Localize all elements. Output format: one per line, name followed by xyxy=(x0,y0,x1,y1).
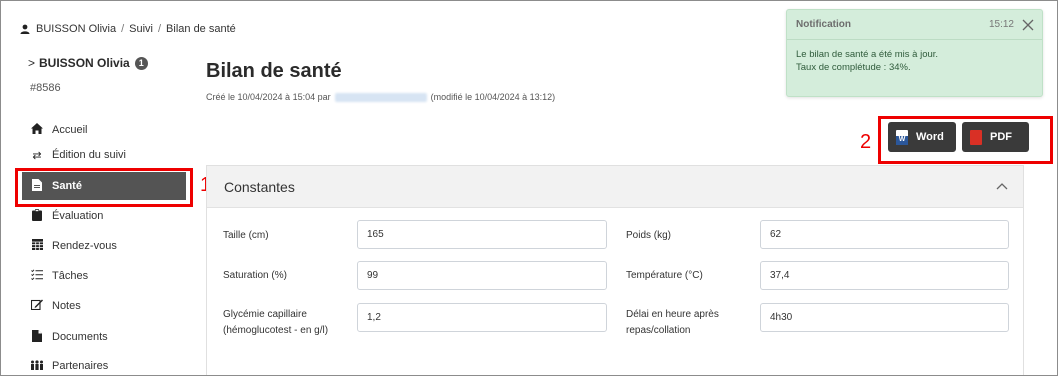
user-name: BUISSON Olivia xyxy=(39,56,130,70)
sidebar-item-label: Accueil xyxy=(52,124,88,136)
user-id: #8586 xyxy=(30,82,61,94)
redacted-author xyxy=(334,92,427,102)
word-icon: W xyxy=(896,129,908,145)
notification-badge: 1 xyxy=(134,56,148,70)
notification-title: Notification xyxy=(796,19,851,30)
sidebar-item-accueil[interactable]: Accueil xyxy=(22,116,186,144)
notification-header: Notification 15:12 xyxy=(787,10,1042,40)
field-label-saturation: Saturation (%) xyxy=(223,270,287,281)
sidebar-item-edition[interactable]: ⇄ Édition du suivi xyxy=(22,141,186,169)
card-header[interactable]: Constantes xyxy=(207,166,1023,208)
sidebar-item-label: Santé xyxy=(52,180,82,192)
delai-input[interactable]: 4h30 xyxy=(760,303,1009,332)
export-pdf-button[interactable]: PDF xyxy=(962,122,1029,152)
close-icon[interactable] xyxy=(1022,19,1034,31)
meta-modified: (modifié le 10/04/2024 à 13:12) xyxy=(430,92,556,102)
sidebar-item-label: Rendez-vous xyxy=(52,240,117,252)
chevron-right-icon: > xyxy=(28,56,36,70)
sidebar-item-label: Notes xyxy=(52,300,81,312)
sidebar-item-label: Tâches xyxy=(52,270,89,282)
sidebar-item-documents[interactable]: Documents xyxy=(22,323,186,351)
notification-toast: Notification 15:12 Le bilan de santé a é… xyxy=(786,9,1043,97)
breadcrumb-item-suivi[interactable]: Suivi xyxy=(129,23,153,35)
field-label-taille: Taille (cm) xyxy=(223,230,269,241)
home-icon xyxy=(30,123,44,137)
sidebar-item-label: Documents xyxy=(52,331,108,343)
export-word-label: Word xyxy=(916,131,944,143)
saturation-input[interactable]: 99 xyxy=(357,261,607,290)
notification-time: 15:12 xyxy=(988,19,1014,30)
sidebar-item-label: Évaluation xyxy=(52,210,104,222)
export-word-button[interactable]: W Word xyxy=(888,122,956,152)
document-icon xyxy=(30,329,44,345)
breadcrumb-separator: / xyxy=(121,23,125,35)
sidebar-item-sante[interactable]: Santé xyxy=(22,172,186,200)
swap-arrows-icon: ⇄ xyxy=(32,149,42,162)
temperature-input[interactable]: 37,4 xyxy=(760,261,1009,290)
notification-completion: Taux de complétude : 34%. xyxy=(796,62,911,73)
field-label-temperature: Température (°C) xyxy=(626,270,703,281)
field-label-poids: Poids (kg) xyxy=(626,230,672,241)
export-pdf-label: PDF xyxy=(990,131,1012,143)
sidebar-item-label: Partenaires xyxy=(52,360,109,372)
meta-created: Créé le 10/04/2024 à 15:04 par xyxy=(206,92,331,102)
glycemie-input[interactable]: 1,2 xyxy=(357,303,607,332)
notification-message: Le bilan de santé a été mis à jour. xyxy=(796,49,939,60)
people-icon xyxy=(30,359,44,373)
checklist-icon xyxy=(30,269,44,283)
field-label-glycemie: Glycémie capillaire (hémoglucotest - en … xyxy=(223,309,329,336)
file-icon xyxy=(30,178,44,194)
page-title: Bilan de santé xyxy=(206,60,342,82)
poids-input[interactable]: 62 xyxy=(760,220,1009,249)
breadcrumb-item-current: Bilan de santé xyxy=(166,23,236,35)
breadcrumb-separator: / xyxy=(157,23,162,35)
taille-input[interactable]: 165 xyxy=(357,220,607,249)
page-meta: Créé le 10/04/2024 à 15:04 par (modifié … xyxy=(206,92,555,102)
sidebar-item-rendez-vous[interactable]: Rendez-vous xyxy=(22,232,186,260)
sidebar-item-taches[interactable]: Tâches xyxy=(22,262,186,290)
breadcrumb: BUISSON Olivia / Suivi / Bilan de santé xyxy=(20,22,236,36)
sidebar-user-name[interactable]: > BUISSON Olivia 1 xyxy=(28,56,148,70)
sidebar-item-label: Édition du suivi xyxy=(52,149,126,161)
field-label-delai: Délai en heure après repas/collation xyxy=(626,309,719,336)
edit-icon xyxy=(30,299,44,313)
annotation-number-2: 2 xyxy=(860,131,872,153)
breadcrumb-item-user[interactable]: BUISSON Olivia xyxy=(36,23,116,35)
card-title: Constantes xyxy=(224,178,295,195)
user-icon xyxy=(20,24,30,34)
notification-body: Le bilan de santé a été mis à jour. Taux… xyxy=(787,40,1042,82)
calendar-icon xyxy=(30,239,44,253)
clipboard-icon xyxy=(30,208,44,224)
sidebar-item-notes[interactable]: Notes xyxy=(22,292,186,320)
sidebar-item-partenaires[interactable]: Partenaires xyxy=(22,352,186,376)
sidebar-item-evaluation[interactable]: Évaluation xyxy=(22,202,186,230)
chevron-up-icon[interactable] xyxy=(995,180,1009,194)
pdf-icon xyxy=(970,129,982,145)
